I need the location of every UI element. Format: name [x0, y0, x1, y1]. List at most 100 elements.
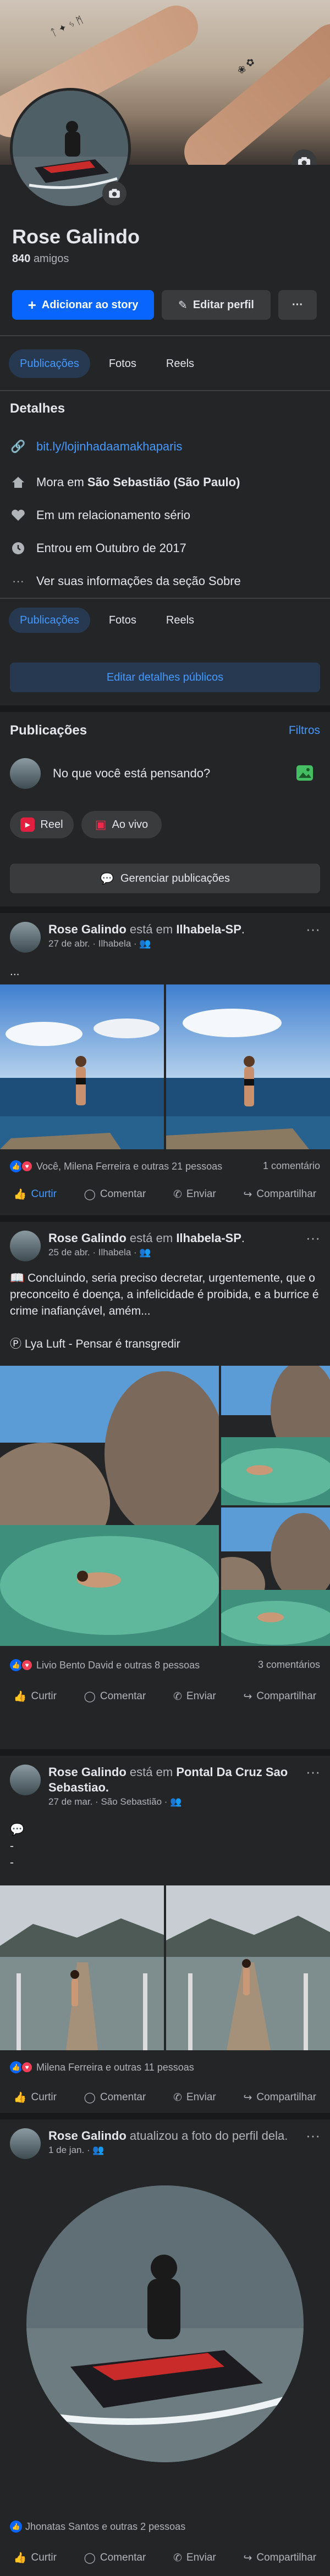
share-icon: ↪ — [243, 1690, 252, 1703]
share-button[interactable]: ↪ Compartilhar — [243, 2551, 316, 2564]
thumbs-up-icon: 👍 — [13, 1189, 27, 1200]
chat-icon: 💬 — [100, 872, 114, 885]
post-actions: 👍 Curtir ◯ Comentar ✆ Enviar ↪ Compartilhar — [0, 1188, 330, 1201]
details-title: Detalhes — [10, 401, 65, 416]
comment-button[interactable]: ◯ Comentar — [84, 1690, 146, 1703]
edit-public-details-button[interactable]: Editar detalhes públicos — [10, 663, 320, 692]
photo-icon[interactable] — [296, 765, 314, 784]
messenger-icon: ✆ — [173, 1188, 182, 1200]
detail-about[interactable]: ··· Ver suas informações da seção Sobre — [10, 574, 241, 588]
like-icon: 👍 — [10, 1160, 22, 1172]
post-actions: 👍 Curtir ◯ Comentar ✆ Enviar ↪ Compartilhar — [0, 2091, 330, 2104]
comment-button[interactable]: ◯ Comentar — [84, 2091, 146, 2104]
share-button[interactable]: ↪ Compartilhar — [243, 1690, 316, 1703]
send-button[interactable]: ✆ Enviar — [173, 1188, 216, 1201]
pencil-icon: ✎ — [178, 299, 188, 311]
more-button[interactable]: ··· — [278, 290, 317, 320]
post-photo[interactable] — [221, 1507, 330, 1646]
tab-photos[interactable]: Fotos — [98, 608, 147, 633]
like-icon: 👍 — [10, 1659, 22, 1671]
comment-icon: ◯ — [84, 1188, 96, 1200]
thumbs-up-icon: 👍 — [13, 2092, 27, 2104]
add-story-button[interactable]: + Adicionar ao story — [12, 290, 154, 320]
live-button[interactable]: ▣ Ao vivo — [81, 811, 162, 838]
comment-button[interactable]: ◯ Comentar — [84, 2551, 146, 2564]
comment-icon: ◯ — [84, 2091, 96, 2104]
detail-lives: Mora em São Sebastião (São Paulo) — [10, 475, 240, 489]
ellipsis-icon: ··· — [12, 574, 24, 588]
post: Rose Galindo atualizou a foto do perfil … — [0, 2119, 330, 2576]
tab-reels[interactable]: Reels — [155, 608, 205, 633]
heart-icon — [10, 509, 26, 522]
post-options-button[interactable]: ··· — [306, 2127, 320, 2144]
post-photo[interactable] — [0, 1885, 164, 2050]
tab-reels[interactable]: Reels — [155, 349, 205, 378]
comment-icon: ◯ — [84, 2552, 96, 2564]
post-photo[interactable] — [0, 984, 164, 1149]
post-photo[interactable] — [221, 1366, 330, 1505]
profile-picture-update[interactable] — [26, 2185, 304, 2462]
post: Rose Galindo está em Ilhabela-SP. 27 de … — [0, 913, 330, 1215]
like-icon: 👍 — [10, 2061, 22, 2073]
tab-posts[interactable]: Publicações — [9, 349, 90, 378]
love-icon: ♥ — [21, 2061, 33, 2073]
camera-icon[interactable] — [292, 149, 317, 165]
share-icon: ↪ — [243, 2552, 252, 2564]
messenger-icon: ✆ — [173, 1690, 182, 1703]
love-icon: ♥ — [21, 1659, 33, 1671]
post-stats[interactable]: 👍 ♥ Livio Bento David e outras 8 pessoas 3… — [10, 1659, 320, 1671]
tab-photos[interactable]: Fotos — [98, 349, 147, 378]
post-stats[interactable]: 👍 ♥ Você, Milena Ferreira e outras 21 pess… — [10, 1160, 320, 1172]
send-button[interactable]: ✆ Enviar — [173, 1690, 216, 1703]
avatar[interactable] — [10, 922, 41, 953]
thumbs-up-icon: 👍 — [13, 1691, 27, 1703]
clock-icon — [10, 541, 26, 555]
post: Rose Galindo está em Ilhabela-SP. 25 de … — [0, 1222, 330, 1749]
comment-icon: ◯ — [84, 1690, 96, 1703]
share-icon: ↪ — [243, 1188, 252, 1200]
detail-joined: Entrou em Outubro de 2017 — [10, 541, 186, 555]
profile-name: Rose Galindo — [12, 225, 140, 248]
share-button[interactable]: ↪ Compartilhar — [243, 2091, 316, 2104]
camera-icon[interactable] — [102, 181, 127, 205]
profile-page: ᛏ ✦ ᛃ ᛗ ❀ ✿ Rose Galindo 840 amigos + Ad… — [0, 0, 330, 2576]
post-photo[interactable] — [166, 984, 330, 1149]
friends-count[interactable]: 840 amigos — [12, 253, 140, 265]
share-button[interactable]: ↪ Compartilhar — [243, 1188, 316, 1201]
like-icon: 👍 — [10, 2521, 22, 2533]
love-icon: ♥ — [21, 1160, 33, 1172]
post-options-button[interactable]: ··· — [306, 1763, 320, 1781]
avatar — [10, 758, 41, 789]
post-options-button[interactable]: ··· — [306, 921, 320, 938]
post: Rose Galindo está em Pontal Da Cruz Sao … — [0, 1756, 330, 2113]
posts-title: Publicações — [10, 723, 87, 738]
like-button[interactable]: 👍 Curtir — [14, 2551, 57, 2564]
detail-relationship: Em um relacionamento sério — [10, 508, 190, 522]
like-button[interactable]: 👍 Curtir — [14, 2091, 57, 2104]
post-photo[interactable] — [0, 1366, 219, 1646]
share-icon: ↪ — [243, 2091, 252, 2104]
send-button[interactable]: ✆ Enviar — [173, 2551, 216, 2564]
avatar[interactable] — [10, 2128, 41, 2159]
avatar[interactable] — [10, 1765, 41, 1795]
post-actions: 👍 Curtir ◯ Comentar ✆ Enviar ↪ Compartilhar — [0, 1690, 330, 1703]
composer[interactable]: No que você está pensando? — [10, 758, 210, 789]
detail-link[interactable]: 🔗 bit.ly/lojinhadaamakhaparis — [10, 439, 182, 454]
comment-button[interactable]: ◯ Comentar — [84, 1188, 146, 1201]
like-button[interactable]: 👍 Curtir — [14, 1188, 57, 1201]
reel-button[interactable]: ▶ Reel — [10, 811, 74, 838]
link-icon: 🔗 — [10, 439, 26, 453]
filters-link[interactable]: Filtros — [289, 724, 320, 737]
plus-icon: + — [28, 297, 36, 313]
post-photo[interactable] — [166, 1885, 330, 2050]
avatar[interactable] — [10, 1231, 41, 1261]
post-options-button[interactable]: ··· — [306, 1229, 320, 1247]
thumbs-up-icon: 👍 — [13, 2552, 27, 2564]
tab-posts[interactable]: Publicações — [9, 608, 90, 633]
manage-posts-button[interactable]: 💬 Gerenciar publicações — [10, 864, 320, 893]
post-stats[interactable]: 👍 Jhonatas Santos e outras 2 pessoas — [10, 2521, 320, 2533]
send-button[interactable]: ✆ Enviar — [173, 2091, 216, 2104]
like-button[interactable]: 👍 Curtir — [14, 1690, 57, 1703]
edit-profile-button[interactable]: ✎ Editar perfil — [162, 290, 271, 320]
post-stats[interactable]: 👍 ♥ Milena Ferreira e outras 11 pessoas — [10, 2061, 320, 2073]
